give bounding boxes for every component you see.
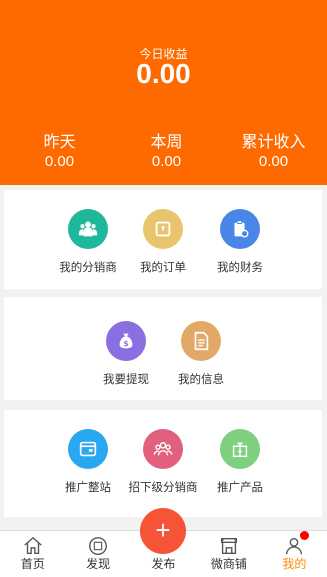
stat-label: 昨天 xyxy=(43,134,76,151)
card-icon xyxy=(68,429,108,469)
home-icon xyxy=(23,536,42,555)
menu-item-my-info[interactable]: 我的信息 xyxy=(161,321,241,387)
stat-value: 0.00 xyxy=(258,153,289,170)
menu-item-my-orders[interactable]: 我的订单 xyxy=(123,209,203,275)
menu-item-label: 我要提现 xyxy=(103,374,149,386)
menu-item-label: 我的订单 xyxy=(140,262,186,274)
stat-label: 累计收入 xyxy=(241,134,306,151)
shop-icon xyxy=(220,537,237,555)
users-icon xyxy=(68,209,108,249)
menu-item-label: 推广整站 xyxy=(65,482,111,494)
tab-label: 发现 xyxy=(86,557,111,571)
tab-label: 我的 xyxy=(282,557,307,571)
stat-total-income: 累计收入 0.00 xyxy=(220,133,327,171)
publish-plus-button[interactable]: + xyxy=(140,508,186,554)
menu-item-label: 推广产品 xyxy=(217,482,263,494)
gift-icon xyxy=(220,429,260,469)
order-icon xyxy=(143,209,183,249)
today-earnings-value: 0.00 xyxy=(136,58,191,89)
document-icon xyxy=(181,321,221,361)
earnings-stats: 昨天 0.00 本周 0.00 累计收入 0.00 xyxy=(0,133,327,171)
earnings-header: 今日收益 0.00 昨天 0.00 本周 0.00 累计收入 0.00 xyxy=(0,0,327,185)
menu-item-label: 我的信息 xyxy=(178,374,224,386)
tab-label: 发布 xyxy=(151,557,176,571)
menu-item-withdraw[interactable]: $ 我要提现 xyxy=(86,321,166,387)
stat-value: 0.00 xyxy=(44,153,75,170)
stat-this-week: 本周 0.00 xyxy=(113,133,220,171)
tab-home[interactable]: 首页 xyxy=(0,531,65,577)
stat-yesterday: 昨天 0.00 xyxy=(0,133,113,171)
menu-card-wallet: $ 我要提现 我的信息 xyxy=(4,297,322,400)
group-icon xyxy=(143,429,183,469)
menu-item-label: 我的分销商 xyxy=(59,262,117,274)
discover-icon xyxy=(89,537,108,555)
tab-mine[interactable]: 我的 xyxy=(262,531,327,577)
menu-item-promote-site[interactable]: 推广整站 xyxy=(48,429,128,495)
notification-dot xyxy=(299,531,309,540)
menu-card-account: 我的分销商 我的订单 我的财务 xyxy=(4,190,322,289)
menu-item-label: 我的财务 xyxy=(217,262,263,274)
tab-shop[interactable]: 微商铺 xyxy=(196,531,261,577)
menu-card-promotion: 推广整站 招下级分销商 推广产品 xyxy=(4,410,322,517)
svg-text:$: $ xyxy=(123,339,128,348)
menu-item-label: 招下级分销商 xyxy=(128,482,198,494)
menu-item-recruit-distributors[interactable]: 招下级分销商 xyxy=(123,429,203,495)
menu-item-my-finance[interactable]: 我的财务 xyxy=(200,209,280,275)
stat-label: 本周 xyxy=(150,134,183,151)
stat-value: 0.00 xyxy=(151,153,182,170)
menu-item-promote-products[interactable]: 推广产品 xyxy=(200,429,280,495)
tab-label: 微商铺 xyxy=(210,557,247,571)
clipboard-icon xyxy=(220,209,260,249)
menu-item-my-distributors[interactable]: 我的分销商 xyxy=(48,209,128,275)
tab-discover[interactable]: 发现 xyxy=(65,531,130,577)
tab-label: 首页 xyxy=(20,557,45,571)
money-bag-icon: $ xyxy=(106,321,146,361)
